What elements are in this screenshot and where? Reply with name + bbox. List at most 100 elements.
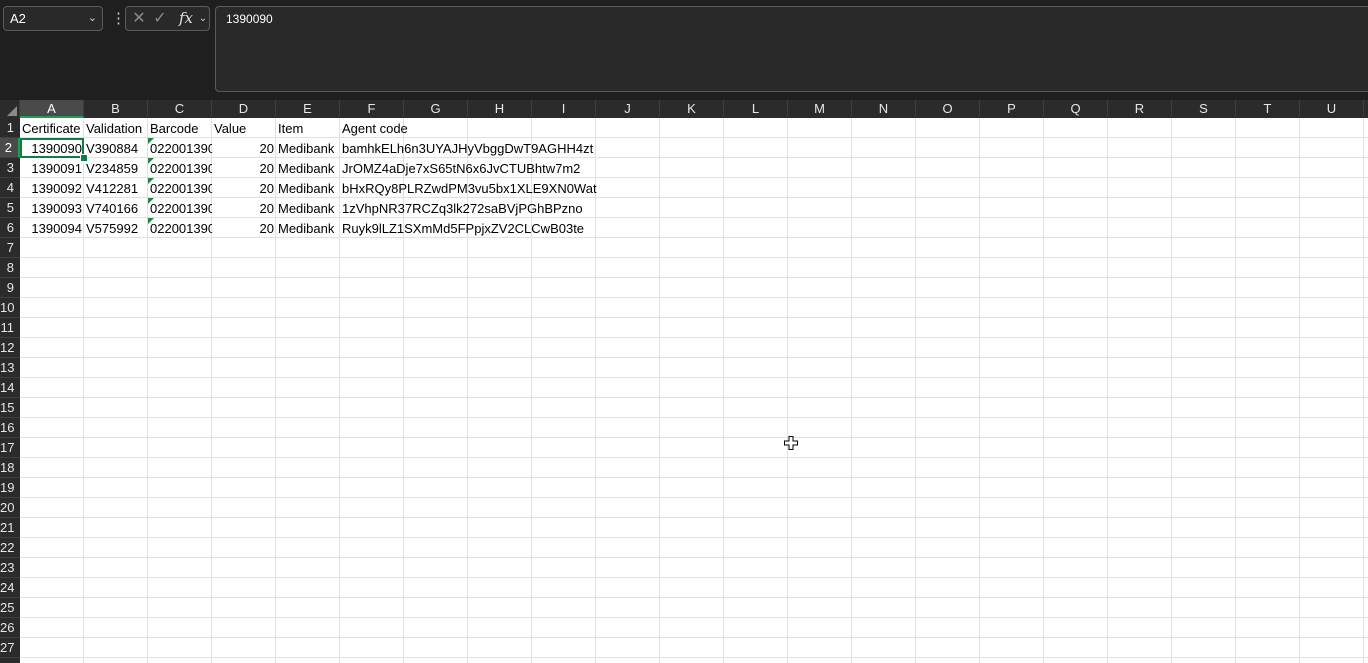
cell-value[interactable]: 20 bbox=[212, 138, 276, 158]
column-header-f[interactable]: F bbox=[340, 100, 404, 118]
cell-barcode[interactable]: 022001390 bbox=[148, 158, 212, 178]
column-header-g[interactable]: G bbox=[404, 100, 468, 118]
cell-value[interactable]: 20 bbox=[212, 218, 276, 238]
column-header-p[interactable]: P bbox=[980, 100, 1044, 118]
row-header-22[interactable]: 22 bbox=[0, 538, 20, 558]
column-header-i[interactable]: I bbox=[532, 100, 596, 118]
column-header-o[interactable]: O bbox=[916, 100, 980, 118]
cell-certificate[interactable]: 1390092 bbox=[20, 178, 84, 198]
number-stored-as-text-indicator-icon[interactable] bbox=[148, 198, 154, 204]
cell-barcode[interactable]: 022001390 bbox=[148, 218, 212, 238]
cell-barcode[interactable]: 022001390 bbox=[148, 138, 212, 158]
cell-grid[interactable]: Certificate Validation Barcode Value Item Age… bbox=[20, 118, 1368, 663]
row-header-3[interactable]: 3 bbox=[0, 158, 20, 178]
chevron-down-icon[interactable]: ⌄ bbox=[198, 7, 208, 30]
cell-value[interactable]: 20 bbox=[212, 178, 276, 198]
cell-agent-code[interactable]: 1zVhpNR37RCZq3lk272saBVjPGhBPzno bbox=[340, 198, 583, 218]
formula-input[interactable]: 1390090 bbox=[215, 6, 1368, 92]
row-header-1[interactable]: 1 bbox=[0, 118, 20, 138]
row-header-15[interactable]: 15 bbox=[0, 398, 20, 418]
header-cell-value[interactable]: Value bbox=[212, 118, 276, 138]
cell-certificate[interactable]: 1390094 bbox=[20, 218, 84, 238]
cell-validation[interactable]: V234859 bbox=[84, 158, 148, 178]
column-header-m[interactable]: M bbox=[788, 100, 852, 118]
column-header-d[interactable]: D bbox=[212, 100, 276, 118]
column-header-a[interactable]: A bbox=[20, 100, 84, 118]
cell-agent-code[interactable]: bamhkELh6n3UYAJHyVbggDwT9AGHH4zt bbox=[340, 138, 593, 158]
select-all-button[interactable] bbox=[0, 100, 20, 118]
header-cell-validation[interactable]: Validation bbox=[84, 118, 148, 138]
number-stored-as-text-indicator-icon[interactable] bbox=[148, 158, 154, 164]
cell-value: 022001390 bbox=[150, 141, 212, 156]
row-header-11[interactable]: 11 bbox=[0, 318, 20, 338]
cell-agent-code[interactable]: Ruyk9lLZ1SXmMd5FPpjxZV2CLCwB03te bbox=[340, 218, 584, 238]
cell-agent-code[interactable]: JrOMZ4aDje7xS65tN6x6JvCTUBhtw7m2 bbox=[340, 158, 580, 178]
row-header-14[interactable]: 14 bbox=[0, 378, 20, 398]
row-header-9[interactable]: 9 bbox=[0, 278, 20, 298]
row-header-26[interactable]: 26 bbox=[0, 618, 20, 638]
cell-certificate[interactable]: 1390091 bbox=[20, 158, 84, 178]
row-header-8[interactable]: 8 bbox=[0, 258, 20, 278]
more-dots-icon[interactable]: ⋮ bbox=[111, 6, 126, 31]
row-header-10[interactable]: 10 bbox=[0, 298, 20, 318]
column-header-u[interactable]: U bbox=[1300, 100, 1364, 118]
column-header-j[interactable]: J bbox=[596, 100, 660, 118]
fx-icon[interactable]: fx bbox=[175, 7, 197, 30]
header-cell-certificate[interactable]: Certificate bbox=[20, 118, 84, 138]
row-header-13[interactable]: 13 bbox=[0, 358, 20, 378]
cell-validation[interactable]: V740166 bbox=[84, 198, 148, 218]
column-header-r[interactable]: R bbox=[1108, 100, 1172, 118]
header-cell-agent-code[interactable]: Agent code bbox=[340, 118, 408, 138]
column-header-l[interactable]: L bbox=[724, 100, 788, 118]
row-header-18[interactable]: 18 bbox=[0, 458, 20, 478]
cell-validation[interactable]: V390884 bbox=[84, 138, 148, 158]
row-header-16[interactable]: 16 bbox=[0, 418, 20, 438]
row-header-2[interactable]: 2 bbox=[0, 138, 20, 158]
row-header-25[interactable]: 25 bbox=[0, 598, 20, 618]
cell-value[interactable]: 20 bbox=[212, 158, 276, 178]
cell-value[interactable]: 20 bbox=[212, 198, 276, 218]
cell-barcode[interactable]: 022001390 bbox=[148, 178, 212, 198]
cell-barcode[interactable]: 022001390 bbox=[148, 198, 212, 218]
column-header-t[interactable]: T bbox=[1236, 100, 1300, 118]
column-header-q[interactable]: Q bbox=[1044, 100, 1108, 118]
cell-validation[interactable]: V575992 bbox=[84, 218, 148, 238]
header-cell-item[interactable]: Item bbox=[276, 118, 340, 138]
number-stored-as-text-indicator-icon[interactable] bbox=[148, 218, 154, 224]
row-header-5[interactable]: 5 bbox=[0, 198, 20, 218]
row-header-23[interactable]: 23 bbox=[0, 558, 20, 578]
cancel-x-icon[interactable]: ✕ bbox=[129, 7, 149, 30]
number-stored-as-text-indicator-icon[interactable] bbox=[148, 178, 154, 184]
row-header-12[interactable]: 12 bbox=[0, 338, 20, 358]
row-header-24[interactable]: 24 bbox=[0, 578, 20, 598]
column-header-c[interactable]: C bbox=[148, 100, 212, 118]
cell-item[interactable]: Medibank bbox=[276, 138, 340, 158]
checkmark-icon[interactable]: ✓ bbox=[150, 7, 170, 30]
column-header-s[interactable]: S bbox=[1172, 100, 1236, 118]
row-header-7[interactable]: 7 bbox=[0, 238, 20, 258]
row-header-4[interactable]: 4 bbox=[0, 178, 20, 198]
row-header-17[interactable]: 17 bbox=[0, 438, 20, 458]
header-cell-barcode[interactable]: Barcode bbox=[148, 118, 212, 138]
cell-item[interactable]: Medibank bbox=[276, 178, 340, 198]
fill-handle[interactable] bbox=[80, 154, 88, 162]
row-header-6[interactable]: 6 bbox=[0, 218, 20, 238]
cell-item[interactable]: Medibank bbox=[276, 158, 340, 178]
column-header-k[interactable]: K bbox=[660, 100, 724, 118]
row-header-19[interactable]: 19 bbox=[0, 478, 20, 498]
number-stored-as-text-indicator-icon[interactable] bbox=[148, 138, 154, 144]
name-box[interactable]: A2 ⌄ bbox=[3, 6, 103, 31]
cell-validation[interactable]: V412281 bbox=[84, 178, 148, 198]
row-header-20[interactable]: 20 bbox=[0, 498, 20, 518]
column-header-b[interactable]: B bbox=[84, 100, 148, 118]
column-header-e[interactable]: E bbox=[276, 100, 340, 118]
cell-item[interactable]: Medibank bbox=[276, 218, 340, 238]
chevron-down-icon[interactable]: ⌄ bbox=[88, 7, 97, 30]
cell-agent-code[interactable]: bHxRQy8PLRZwdPM3vu5bx1XLE9XN0Wat bbox=[340, 178, 597, 198]
cell-certificate[interactable]: 1390093 bbox=[20, 198, 84, 218]
cell-item[interactable]: Medibank bbox=[276, 198, 340, 218]
row-header-21[interactable]: 21 bbox=[0, 518, 20, 538]
column-header-n[interactable]: N bbox=[852, 100, 916, 118]
row-header-27[interactable]: 27 bbox=[0, 638, 20, 658]
column-header-h[interactable]: H bbox=[468, 100, 532, 118]
